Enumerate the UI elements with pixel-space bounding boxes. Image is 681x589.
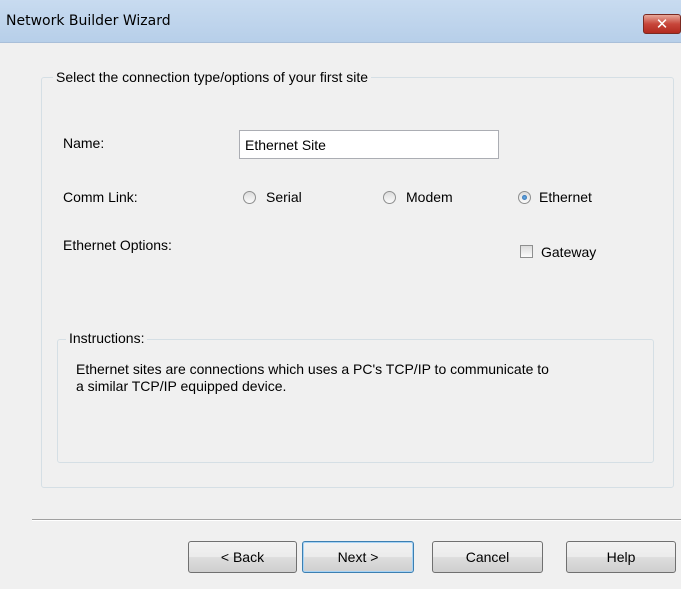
close-icon: ✕ <box>655 15 669 33</box>
radio-modem[interactable] <box>383 191 396 204</box>
instructions-group <box>57 339 654 463</box>
connection-group-legend: Select the connection type/options of yo… <box>53 69 372 85</box>
gateway-label[interactable]: Gateway <box>541 244 596 260</box>
next-button[interactable]: Next > <box>302 541 414 573</box>
radio-ethernet-label[interactable]: Ethernet <box>539 189 592 205</box>
radio-serial[interactable] <box>243 191 256 204</box>
close-button[interactable]: ✕ <box>643 14 681 34</box>
comm-link-label: Comm Link: <box>63 189 138 205</box>
dialog-body: Select the connection type/options of yo… <box>0 43 681 589</box>
title-bar: Network Builder Wizard ✕ <box>0 0 681 43</box>
radio-serial-label[interactable]: Serial <box>266 189 302 205</box>
radio-ethernet[interactable] <box>518 191 531 204</box>
instructions-legend: Instructions: <box>66 330 148 346</box>
separator <box>32 519 681 521</box>
name-label: Name: <box>63 135 105 151</box>
gateway-checkbox[interactable] <box>520 245 533 258</box>
name-input[interactable] <box>239 130 499 159</box>
back-button[interactable]: < Back <box>188 541 297 573</box>
radio-modem-label[interactable]: Modem <box>406 189 453 205</box>
cancel-button[interactable]: Cancel <box>432 541 543 573</box>
help-button[interactable]: Help <box>566 541 676 573</box>
instructions-line-2: a similar TCP/IP equipped device. <box>76 378 287 394</box>
instructions-line-1: Ethernet sites are connections which use… <box>76 361 549 377</box>
window-title: Network Builder Wizard <box>6 13 171 29</box>
ethernet-options-label: Ethernet Options: <box>63 237 172 253</box>
